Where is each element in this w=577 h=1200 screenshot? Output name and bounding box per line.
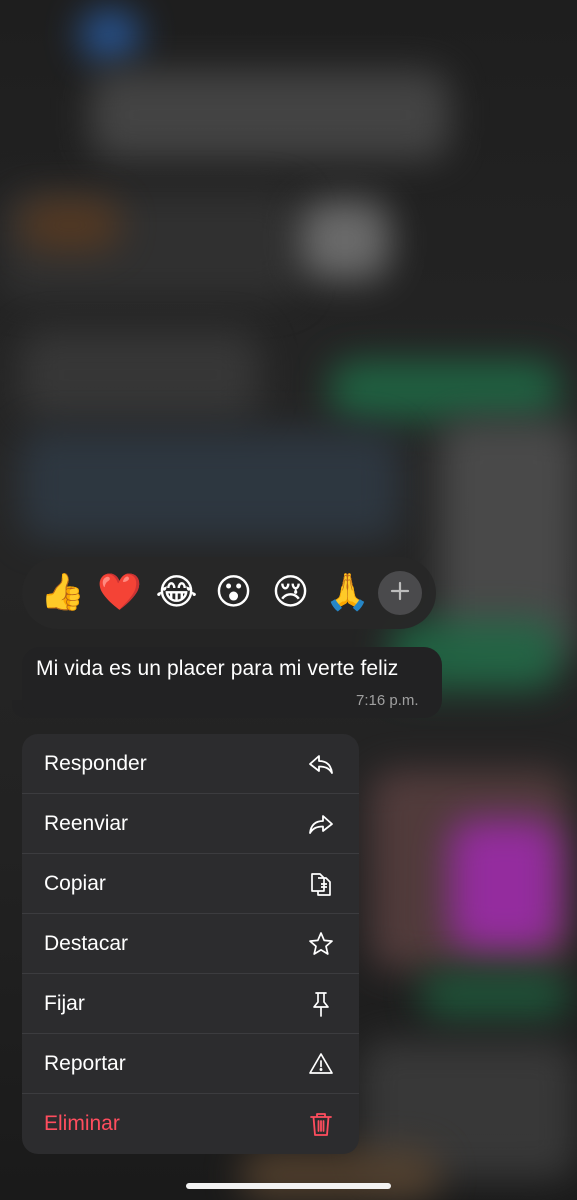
menu-item-report[interactable]: Reportar bbox=[22, 1034, 359, 1094]
reaction-pray[interactable]: 🙏 bbox=[319, 565, 376, 622]
star-icon bbox=[307, 930, 335, 958]
reply-icon bbox=[307, 750, 335, 778]
menu-item-label: Responder bbox=[44, 751, 147, 775]
copy-icon bbox=[307, 870, 335, 898]
menu-item-label: Reenviar bbox=[44, 811, 129, 835]
menu-item-label: Destacar bbox=[44, 931, 129, 955]
home-indicator[interactable] bbox=[186, 1183, 391, 1189]
message-context-menu: Responder Reenviar Copiar Destacar Fijar… bbox=[22, 734, 359, 1154]
menu-item-label: Eliminar bbox=[44, 1112, 120, 1135]
menu-item-copy[interactable]: Copiar bbox=[22, 854, 359, 914]
warning-icon bbox=[307, 1050, 335, 1078]
trash-icon bbox=[307, 1110, 335, 1138]
reaction-thumbs-up[interactable]: 👍 bbox=[34, 565, 91, 622]
menu-item-delete[interactable]: Eliminar bbox=[22, 1094, 359, 1154]
reaction-picker: 👍 ❤️ 😂 😮 😢 🙏 bbox=[22, 557, 436, 629]
reaction-laughing[interactable]: 😂 bbox=[148, 565, 205, 622]
more-reactions-button[interactable] bbox=[378, 571, 422, 615]
menu-item-label: Copiar bbox=[44, 871, 106, 895]
reaction-surprised[interactable]: 😮 bbox=[205, 565, 262, 622]
reaction-crying[interactable]: 😢 bbox=[262, 565, 319, 622]
reaction-heart[interactable]: ❤️ bbox=[91, 565, 148, 622]
menu-item-reply[interactable]: Responder bbox=[22, 734, 359, 794]
message-timestamp: 7:16 p.m. bbox=[356, 692, 419, 709]
menu-item-forward[interactable]: Reenviar bbox=[22, 794, 359, 854]
pin-icon bbox=[307, 990, 335, 1018]
message-text: Mi vida es un placer para mi verte feliz bbox=[36, 657, 399, 680]
menu-item-label: Reportar bbox=[44, 1051, 126, 1075]
menu-item-label: Fijar bbox=[44, 991, 85, 1015]
menu-item-star[interactable]: Destacar bbox=[22, 914, 359, 974]
plus-icon bbox=[389, 580, 411, 607]
menu-item-pin[interactable]: Fijar bbox=[22, 974, 359, 1034]
forward-icon bbox=[307, 810, 335, 838]
